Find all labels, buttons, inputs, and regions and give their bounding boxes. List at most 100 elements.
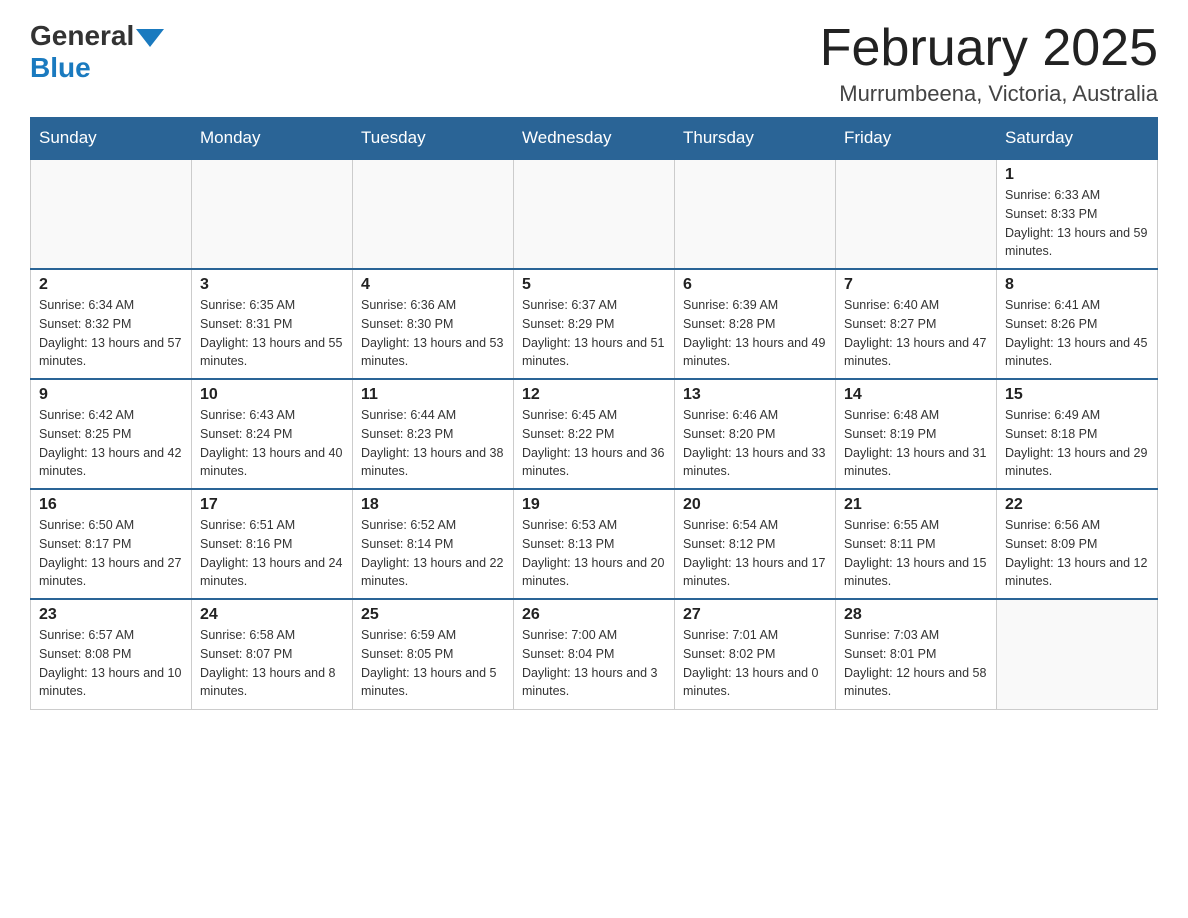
logo-general-text: General [30, 20, 134, 52]
day-info: Sunrise: 6:37 AMSunset: 8:29 PMDaylight:… [522, 296, 666, 371]
calendar-cell: 10Sunrise: 6:43 AMSunset: 8:24 PMDayligh… [192, 379, 353, 489]
calendar-header-friday: Friday [836, 118, 997, 160]
calendar-cell: 27 Sunrise: 7:01 AMSunset: 8:02 PMDayligh… [675, 599, 836, 709]
day-number: 20 [683, 496, 827, 514]
day-info: Sunrise: 6:51 AMSunset: 8:16 PMDaylight:… [200, 516, 344, 591]
day-info: Sunrise: 6:33 AMSunset: 8:33 PMDaylight:… [1005, 186, 1149, 261]
day-number: 6 [683, 276, 827, 294]
day-info: Sunrise: 6:48 AMSunset: 8:19 PMDaylight:… [844, 406, 988, 481]
day-info: Sunrise: 6:39 AMSunset: 8:28 PMDaylight:… [683, 296, 827, 371]
calendar-cell [31, 159, 192, 269]
day-number: 7 [844, 276, 988, 294]
calendar-cell: 23 Sunrise: 6:57 AMSunset: 8:08 PMDayligh… [31, 599, 192, 709]
day-number: 25 [361, 606, 505, 624]
day-info: Sunrise: 6:59 AMSunset: 8:05 PMDaylight:… [361, 626, 505, 701]
calendar-cell: 3 Sunrise: 6:35 AMSunset: 8:31 PMDaylight… [192, 269, 353, 379]
day-number: 14 [844, 386, 988, 404]
day-number: 19 [522, 496, 666, 514]
day-info: Sunrise: 6:52 AMSunset: 8:14 PMDaylight:… [361, 516, 505, 591]
logo: General Blue [30, 20, 164, 84]
calendar-cell: 21 Sunrise: 6:55 AMSunset: 8:11 PMDayligh… [836, 489, 997, 599]
calendar-cell: 14 Sunrise: 6:48 AMSunset: 8:19 PMDayligh… [836, 379, 997, 489]
calendar-cell [514, 159, 675, 269]
day-number: 5 [522, 276, 666, 294]
day-info: Sunrise: 6:50 AMSunset: 8:17 PMDaylight:… [39, 516, 183, 591]
calendar-cell: 28Sunrise: 7:03 AMSunset: 8:01 PMDayligh… [836, 599, 997, 709]
day-info: Sunrise: 6:42 AMSunset: 8:25 PMDaylight:… [39, 406, 183, 481]
logo-blue-text: Blue [30, 52, 91, 83]
day-info: Sunrise: 6:35 AMSunset: 8:31 PMDaylight:… [200, 296, 344, 371]
calendar-header-sunday: Sunday [31, 118, 192, 160]
day-info: Sunrise: 6:43 AMSunset: 8:24 PMDaylight:… [200, 406, 344, 481]
calendar-cell: 19 Sunrise: 6:53 AMSunset: 8:13 PMDayligh… [514, 489, 675, 599]
day-number: 13 [683, 386, 827, 404]
calendar-cell: 15Sunrise: 6:49 AMSunset: 8:18 PMDayligh… [997, 379, 1158, 489]
calendar-cell: 26 Sunrise: 7:00 AMSunset: 8:04 PMDayligh… [514, 599, 675, 709]
calendar-cell: 17Sunrise: 6:51 AMSunset: 8:16 PMDayligh… [192, 489, 353, 599]
calendar-header-wednesday: Wednesday [514, 118, 675, 160]
day-info: Sunrise: 6:36 AMSunset: 8:30 PMDaylight:… [361, 296, 505, 371]
day-number: 18 [361, 496, 505, 514]
day-info: Sunrise: 6:54 AMSunset: 8:12 PMDaylight:… [683, 516, 827, 591]
calendar-cell: 5 Sunrise: 6:37 AMSunset: 8:29 PMDaylight… [514, 269, 675, 379]
day-info: Sunrise: 7:03 AMSunset: 8:01 PMDaylight:… [844, 626, 988, 701]
calendar-header-row: SundayMondayTuesdayWednesdayThursdayFrid… [31, 118, 1158, 160]
calendar-cell: 6 Sunrise: 6:39 AMSunset: 8:28 PMDaylight… [675, 269, 836, 379]
calendar-week-row: 23 Sunrise: 6:57 AMSunset: 8:08 PMDayligh… [31, 599, 1158, 709]
page-header: General Blue February 2025 Murrumbeena, … [30, 20, 1158, 107]
day-number: 8 [1005, 276, 1149, 294]
day-info: Sunrise: 6:53 AMSunset: 8:13 PMDaylight:… [522, 516, 666, 591]
calendar-week-row: 9Sunrise: 6:42 AMSunset: 8:25 PMDaylight… [31, 379, 1158, 489]
day-info: Sunrise: 6:57 AMSunset: 8:08 PMDaylight:… [39, 626, 183, 701]
calendar-cell: 18 Sunrise: 6:52 AMSunset: 8:14 PMDayligh… [353, 489, 514, 599]
day-info: Sunrise: 6:46 AMSunset: 8:20 PMDaylight:… [683, 406, 827, 481]
calendar-cell [192, 159, 353, 269]
day-number: 27 [683, 606, 827, 624]
calendar-header-tuesday: Tuesday [353, 118, 514, 160]
day-number: 3 [200, 276, 344, 294]
calendar-header-monday: Monday [192, 118, 353, 160]
day-number: 22 [1005, 496, 1149, 514]
location-text: Murrumbeena, Victoria, Australia [820, 81, 1158, 107]
day-info: Sunrise: 6:45 AMSunset: 8:22 PMDaylight:… [522, 406, 666, 481]
day-number: 21 [844, 496, 988, 514]
calendar-cell: 1 Sunrise: 6:33 AMSunset: 8:33 PMDaylight… [997, 159, 1158, 269]
calendar-cell: 9Sunrise: 6:42 AMSunset: 8:25 PMDaylight… [31, 379, 192, 489]
calendar-cell: 7 Sunrise: 6:40 AMSunset: 8:27 PMDaylight… [836, 269, 997, 379]
day-number: 12 [522, 386, 666, 404]
day-number: 24 [200, 606, 344, 624]
calendar-week-row: 2Sunrise: 6:34 AMSunset: 8:32 PMDaylight… [31, 269, 1158, 379]
day-number: 1 [1005, 166, 1149, 184]
calendar-cell: 12 Sunrise: 6:45 AMSunset: 8:22 PMDayligh… [514, 379, 675, 489]
calendar-cell: 24 Sunrise: 6:58 AMSunset: 8:07 PMDayligh… [192, 599, 353, 709]
day-info: Sunrise: 7:00 AMSunset: 8:04 PMDaylight:… [522, 626, 666, 701]
calendar-cell [836, 159, 997, 269]
day-number: 23 [39, 606, 183, 624]
day-number: 16 [39, 496, 183, 514]
day-number: 11 [361, 386, 505, 404]
day-info: Sunrise: 7:01 AMSunset: 8:02 PMDaylight:… [683, 626, 827, 701]
calendar-cell: 25 Sunrise: 6:59 AMSunset: 8:05 PMDayligh… [353, 599, 514, 709]
calendar-header-thursday: Thursday [675, 118, 836, 160]
month-title: February 2025 [820, 20, 1158, 77]
calendar-cell: 4Sunrise: 6:36 AMSunset: 8:30 PMDaylight… [353, 269, 514, 379]
calendar-cell [997, 599, 1158, 709]
title-section: February 2025 Murrumbeena, Victoria, Aus… [820, 20, 1158, 107]
calendar-cell [675, 159, 836, 269]
day-info: Sunrise: 6:55 AMSunset: 8:11 PMDaylight:… [844, 516, 988, 591]
day-number: 26 [522, 606, 666, 624]
calendar-table: SundayMondayTuesdayWednesdayThursdayFrid… [30, 117, 1158, 710]
day-info: Sunrise: 6:40 AMSunset: 8:27 PMDaylight:… [844, 296, 988, 371]
calendar-cell: 13 Sunrise: 6:46 AMSunset: 8:20 PMDayligh… [675, 379, 836, 489]
calendar-week-row: 16 Sunrise: 6:50 AMSunset: 8:17 PMDayligh… [31, 489, 1158, 599]
day-info: Sunrise: 6:44 AMSunset: 8:23 PMDaylight:… [361, 406, 505, 481]
calendar-cell: 8Sunrise: 6:41 AMSunset: 8:26 PMDaylight… [997, 269, 1158, 379]
day-info: Sunrise: 6:49 AMSunset: 8:18 PMDaylight:… [1005, 406, 1149, 481]
calendar-cell: 2Sunrise: 6:34 AMSunset: 8:32 PMDaylight… [31, 269, 192, 379]
logo-blue-part [134, 25, 164, 47]
day-info: Sunrise: 6:58 AMSunset: 8:07 PMDaylight:… [200, 626, 344, 701]
day-info: Sunrise: 6:34 AMSunset: 8:32 PMDaylight:… [39, 296, 183, 371]
calendar-cell [353, 159, 514, 269]
calendar-cell: 11 Sunrise: 6:44 AMSunset: 8:23 PMDayligh… [353, 379, 514, 489]
calendar-cell: 16 Sunrise: 6:50 AMSunset: 8:17 PMDayligh… [31, 489, 192, 599]
